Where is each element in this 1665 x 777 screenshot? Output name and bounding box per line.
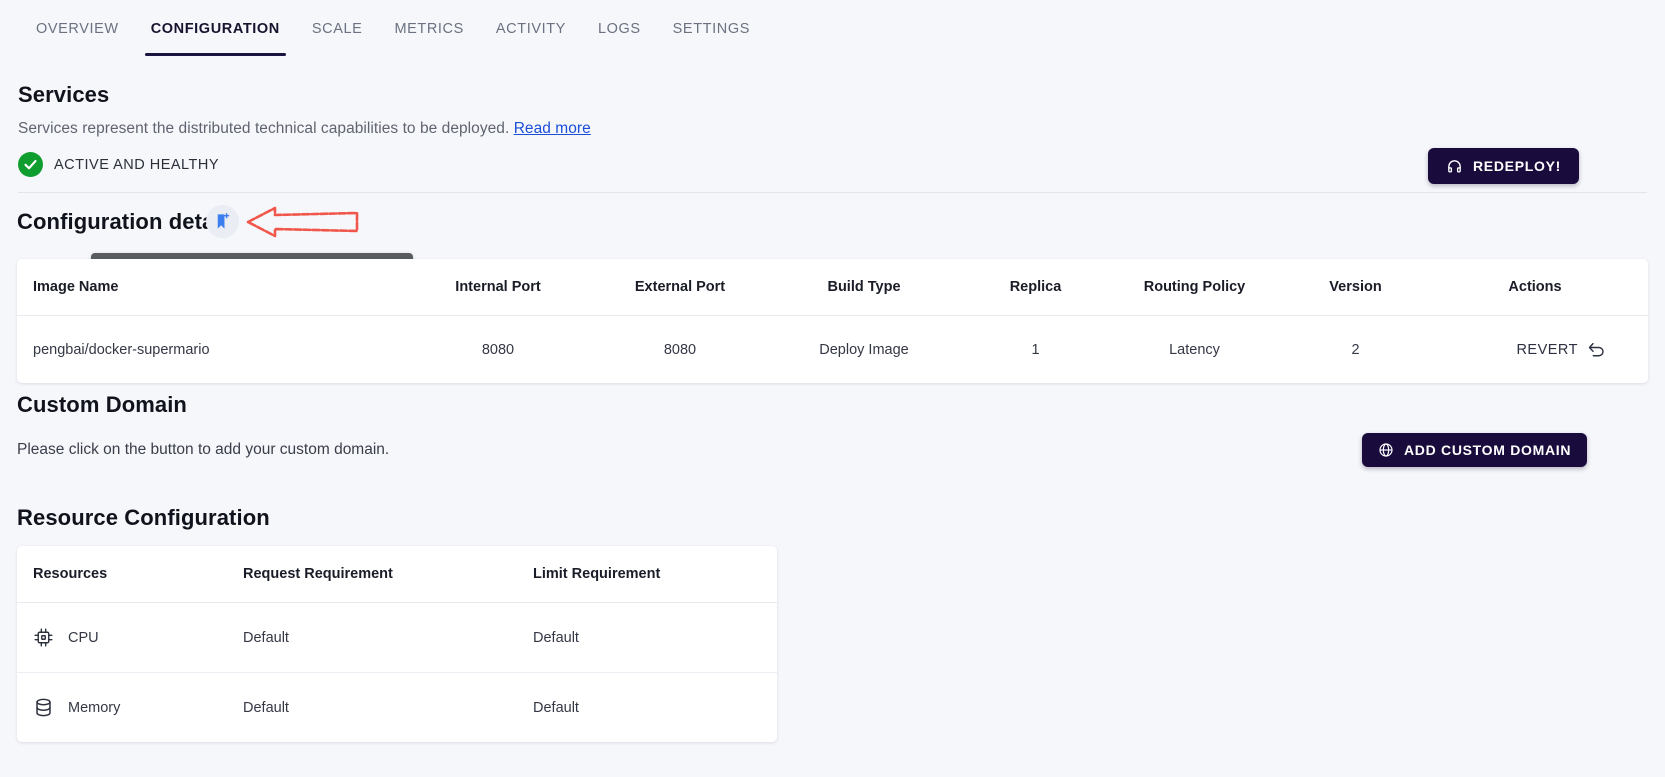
services-heading: Services xyxy=(18,82,110,107)
cpu-resource: CPU xyxy=(33,627,243,648)
revert-action[interactable]: REVERT xyxy=(1436,340,1634,359)
memory-resource: Memory xyxy=(33,697,243,718)
resource-configuration-card: Resources Request Requirement Limit Requ… xyxy=(17,546,777,742)
col-version: Version xyxy=(1275,259,1436,316)
col-build-type: Build Type xyxy=(771,259,957,316)
table-row: pengbai/docker-supermario 8080 8080 Depl… xyxy=(17,316,1648,384)
add-custom-domain-button[interactable]: ADD CUSTOM DOMAIN xyxy=(1362,433,1588,467)
cell-cpu-limit: Default xyxy=(533,602,777,673)
cpu-chip-icon xyxy=(33,627,54,648)
col-routing-policy: Routing Policy xyxy=(1114,259,1275,316)
redeploy-button[interactable]: REDEPLOY! xyxy=(1428,148,1579,184)
cell-memory-limit: Default xyxy=(533,699,579,716)
tab-bar: OVERVIEW CONFIGURATION SCALE METRICS ACT… xyxy=(0,0,1665,58)
table-row: CPU Default Default xyxy=(17,602,777,673)
tab-configuration[interactable]: CONFIGURATION xyxy=(135,3,296,56)
bookmark-add-icon xyxy=(213,212,232,231)
headphones-icon xyxy=(1446,158,1463,175)
annotation-arrow-icon xyxy=(246,206,359,238)
cell-resource-memory: Memory xyxy=(17,673,243,743)
services-description: Services represent the distributed techn… xyxy=(18,120,510,137)
tab-scale[interactable]: SCALE xyxy=(296,3,379,56)
revert-label: REVERT xyxy=(1516,341,1578,358)
tab-settings[interactable]: SETTINGS xyxy=(657,3,766,56)
service-status: ACTIVE AND HEALTHY xyxy=(18,152,219,177)
col-request-requirement: Request Requirement xyxy=(243,546,533,603)
cell-image-name: pengbai/docker-supermario xyxy=(33,341,210,358)
save-as-template-button[interactable] xyxy=(206,205,239,238)
resource-table-header: Resources Request Requirement Limit Requ… xyxy=(17,546,777,603)
cell-external-port: 8080 xyxy=(663,341,697,358)
resource-configuration-heading: Resource Configuration xyxy=(17,505,270,530)
cell-memory-request: Default xyxy=(243,699,289,716)
cell-version: 2 xyxy=(1351,341,1360,358)
cell-replica: 1 xyxy=(1031,341,1040,358)
tab-logs[interactable]: LOGS xyxy=(582,3,657,56)
custom-domain-heading: Custom Domain xyxy=(17,392,187,417)
read-more-link[interactable]: Read more xyxy=(514,120,591,137)
cell-cpu-request: Default xyxy=(243,602,533,673)
redeploy-label: REDEPLOY! xyxy=(1473,158,1561,174)
col-actions: Actions xyxy=(1436,259,1648,316)
check-circle-icon xyxy=(18,152,43,177)
table-body: pengbai/docker-supermario 8080 8080 Depl… xyxy=(17,316,1648,384)
undo-icon xyxy=(1587,340,1606,359)
status-badge: ACTIVE AND HEALTHY xyxy=(54,156,220,173)
col-internal-port: Internal Port xyxy=(407,259,589,316)
table-header-row: Image Name Internal Port External Port B… xyxy=(17,259,1648,316)
resource-configuration-table: Resources Request Requirement Limit Requ… xyxy=(17,546,777,742)
cell-build-type: Deploy Image xyxy=(819,341,909,358)
cell-internal-port: 8080 xyxy=(481,341,515,358)
resource-table-body: CPU Default Default Memory Default Defau… xyxy=(17,602,777,743)
section-divider xyxy=(18,192,1647,193)
cell-actions: REVERT xyxy=(1436,316,1648,384)
configuration-page: OVERVIEW CONFIGURATION SCALE METRICS ACT… xyxy=(0,0,1665,777)
services-description-row: Services represent the distributed techn… xyxy=(18,120,591,138)
tab-activity[interactable]: ACTIVITY xyxy=(480,3,582,56)
cell-resource-cpu: CPU xyxy=(17,602,243,673)
configuration-details-table: Image Name Internal Port External Port B… xyxy=(17,259,1648,383)
tab-metrics[interactable]: METRICS xyxy=(378,3,479,56)
col-limit-requirement: Limit Requirement xyxy=(533,546,777,603)
resource-header-row: Resources Request Requirement Limit Requ… xyxy=(17,546,777,603)
cpu-label: CPU xyxy=(68,629,99,646)
table-row: Memory Default Default xyxy=(17,673,777,743)
col-replica: Replica xyxy=(957,259,1114,316)
configuration-details-card: Image Name Internal Port External Port B… xyxy=(17,259,1648,383)
col-resources: Resources xyxy=(17,546,243,603)
custom-domain-description: Please click on the button to add your c… xyxy=(17,441,390,458)
cell-routing-policy: Latency xyxy=(1169,341,1220,358)
globe-icon xyxy=(1378,442,1394,458)
database-icon xyxy=(33,697,54,718)
col-image-name: Image Name xyxy=(17,259,407,316)
table-header: Image Name Internal Port External Port B… xyxy=(17,259,1648,316)
tab-overview[interactable]: OVERVIEW xyxy=(20,3,135,56)
col-external-port: External Port xyxy=(589,259,771,316)
add-custom-domain-label: ADD CUSTOM DOMAIN xyxy=(1404,442,1572,458)
memory-label: Memory xyxy=(68,699,121,716)
